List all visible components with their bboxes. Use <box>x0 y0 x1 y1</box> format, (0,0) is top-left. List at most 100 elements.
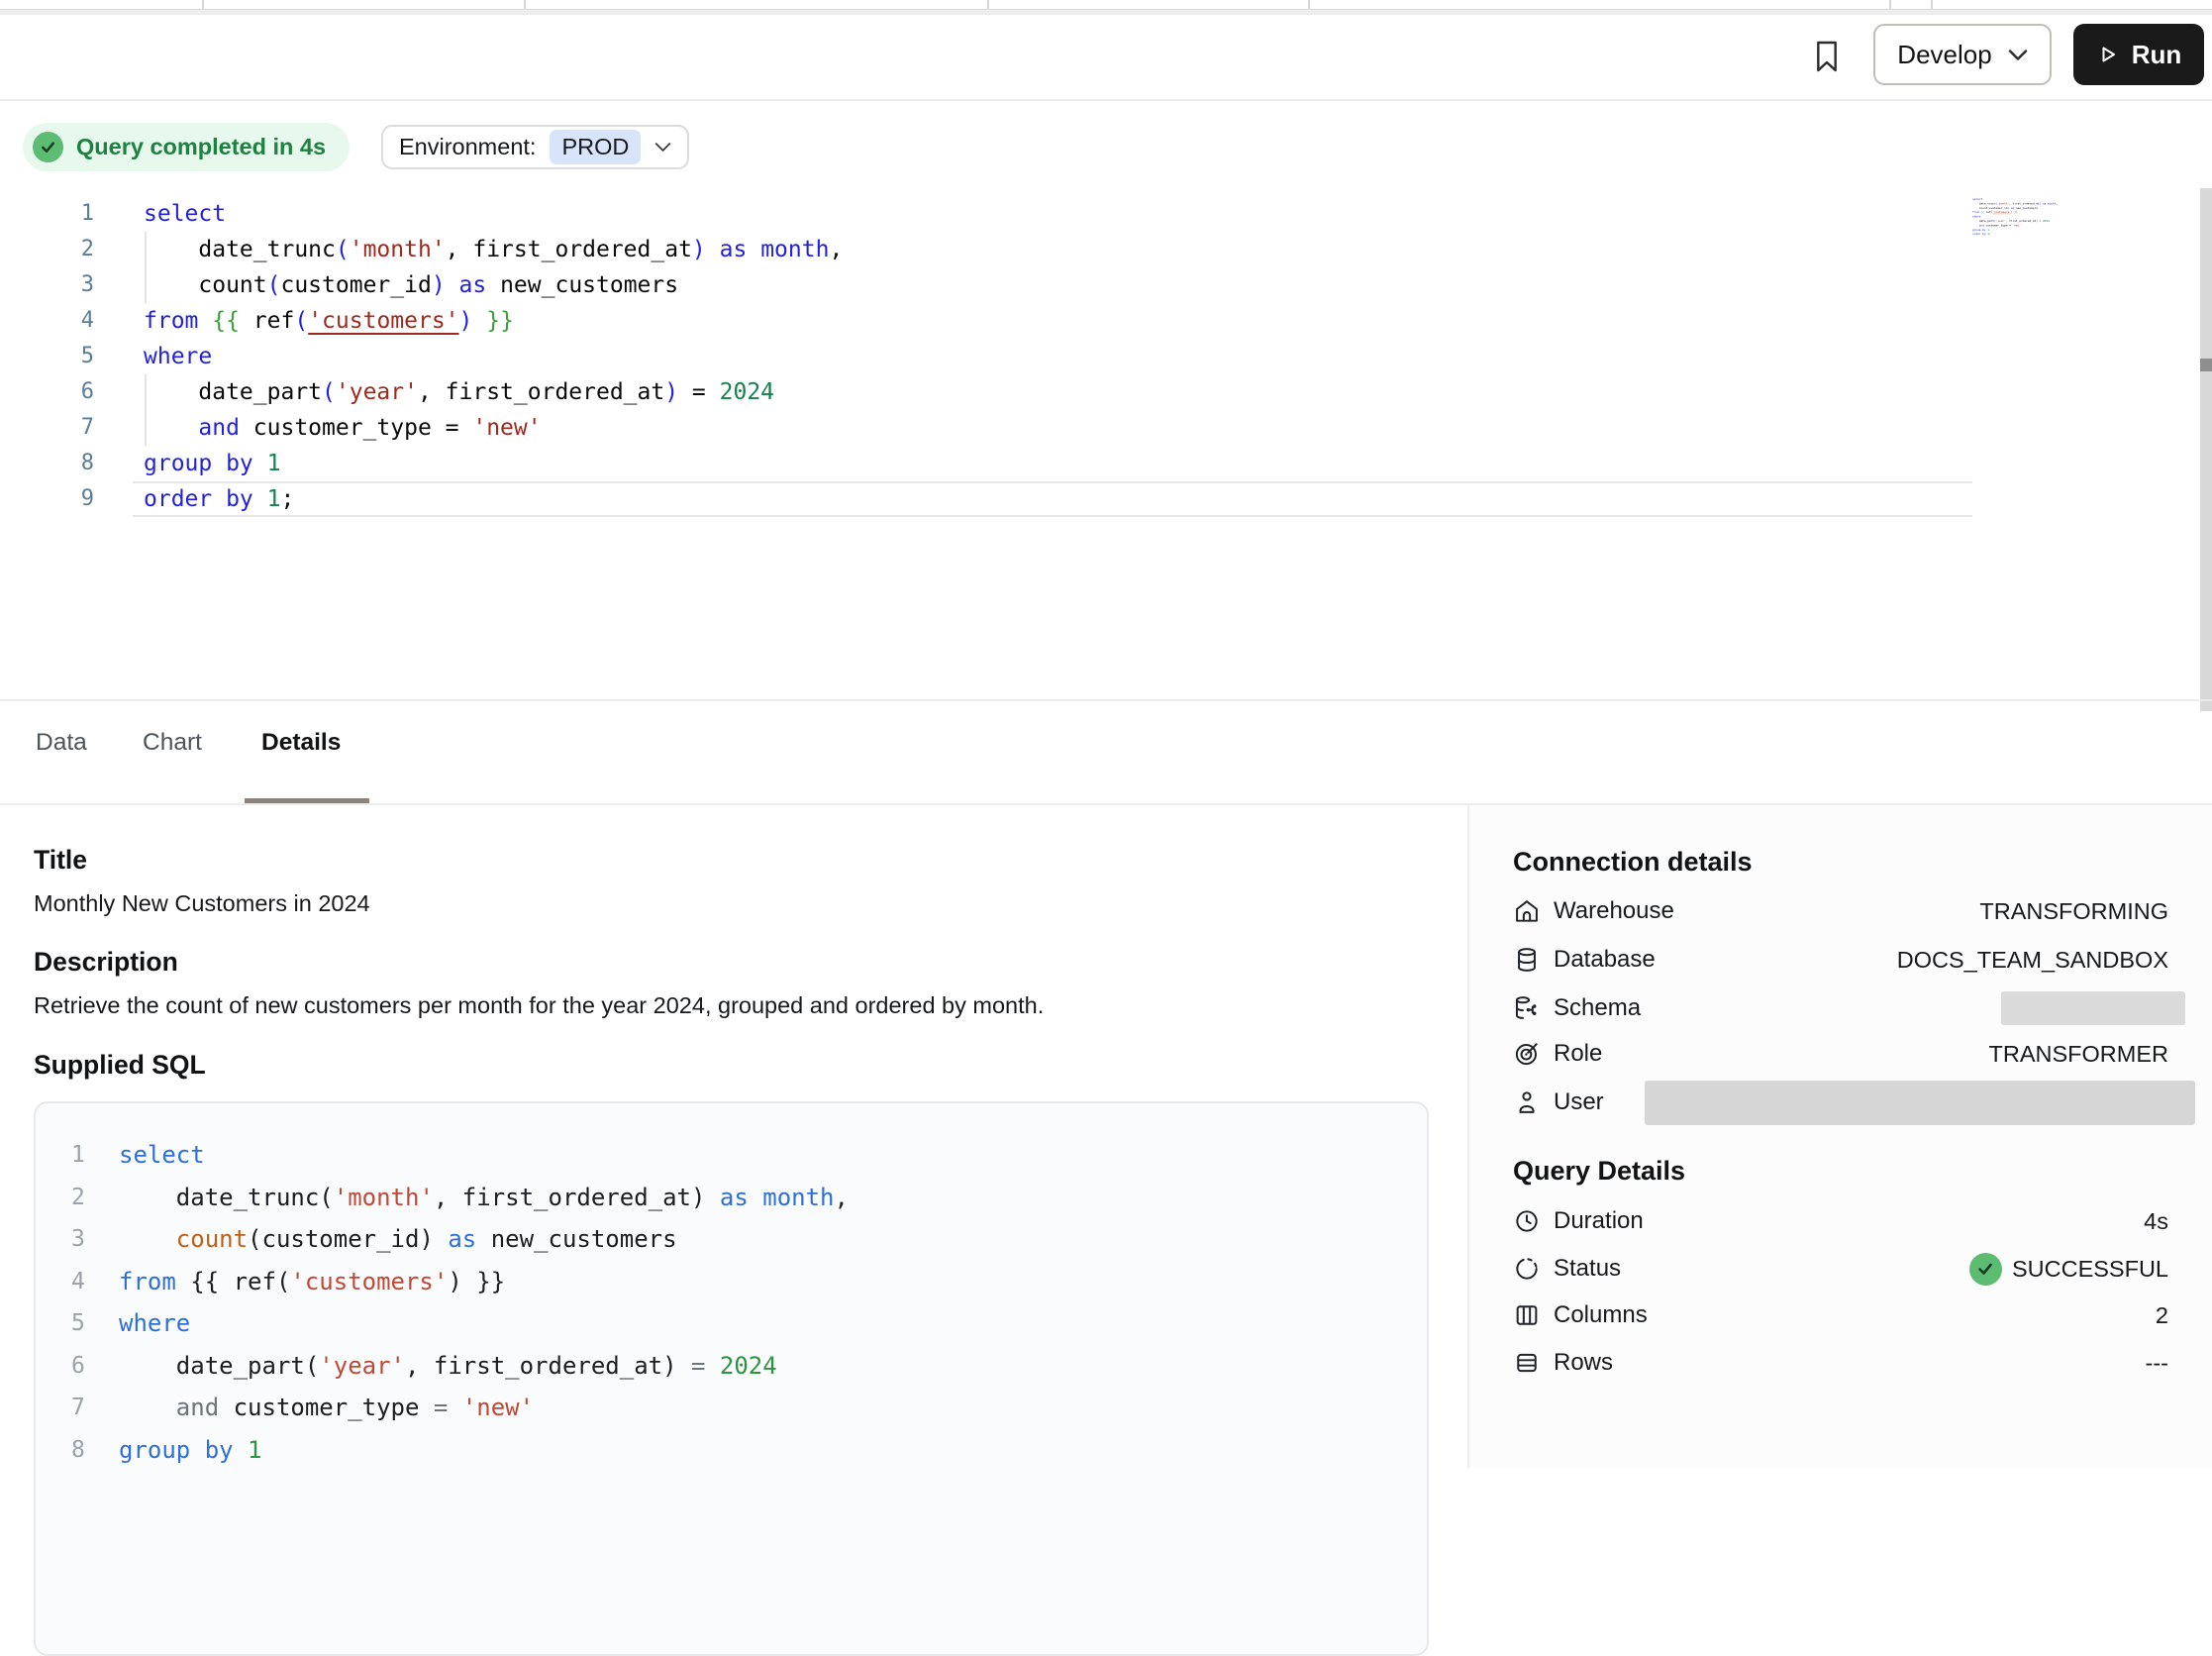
line-number: 5 <box>0 339 94 374</box>
environment-value-chip: PROD <box>550 130 641 164</box>
code-line: 3 count(customer_id) as new_customers <box>71 1218 1427 1261</box>
code-line: order by 1; <box>1972 232 2093 236</box>
schema-icon <box>1513 994 1541 1022</box>
browser-tab-strip <box>0 0 2212 10</box>
query-status-badge: Query completed in 4s <box>23 123 350 171</box>
query-row-columns: Columns 2 <box>1513 1292 2168 1339</box>
description-heading: Description <box>34 947 178 978</box>
line-number: 1 <box>71 1134 119 1177</box>
tab-divider <box>987 0 989 9</box>
columns-value: 2 <box>2156 1302 2168 1329</box>
sql-editor[interactable]: 1select2 date_trunc('month', first_order… <box>0 196 2212 517</box>
line-number: 7 <box>0 410 94 446</box>
tab-divider <box>1889 0 1891 9</box>
develop-label: Develop <box>1897 40 1991 70</box>
rows-value: --- <box>2146 1350 2168 1377</box>
duration-icon <box>1513 1207 1541 1235</box>
line-number: 6 <box>0 374 94 410</box>
code-line: 1select <box>0 196 2212 232</box>
code-line: 6 date_part('year', first_ordered_at) = … <box>0 374 2212 410</box>
redacted-user-value <box>1645 1081 2195 1125</box>
line-number: 9 <box>0 481 94 517</box>
status-icon <box>1513 1255 1541 1283</box>
tab-chart[interactable]: Chart <box>143 729 202 757</box>
database-icon <box>1513 946 1541 974</box>
run-label: Run <box>2132 40 2182 70</box>
duration-value: 4s <box>2144 1208 2168 1235</box>
environment-selector[interactable]: Environment: PROD <box>381 125 689 169</box>
line-number: 6 <box>71 1345 119 1388</box>
code-line: 3 count(customer_id) as new_customers <box>0 267 2212 303</box>
tabs-top-divider <box>0 699 2212 701</box>
details-side-panel: Connection details Warehouse TRANSFORMIN… <box>1467 805 2212 1468</box>
line-number: 2 <box>71 1177 119 1219</box>
tab-details[interactable]: Details <box>261 729 341 757</box>
code-line: 9order by 1; <box>0 481 2212 517</box>
warehouse-icon <box>1513 897 1541 925</box>
code-line: 8group by 1 <box>0 446 2212 481</box>
editor-scrollbar[interactable] <box>2200 188 2212 711</box>
code-line: 2 date_trunc('month', first_ordered_at) … <box>0 232 2212 267</box>
chevron-down-icon <box>654 142 671 153</box>
bookmark-icon[interactable] <box>1811 38 1843 75</box>
query-row-duration: Duration 4s <box>1513 1197 2168 1245</box>
supplied-sql-heading: Supplied SQL <box>34 1050 206 1081</box>
tab-divider <box>1308 0 1310 9</box>
connection-row-schema: Schema <box>1513 984 2168 1032</box>
tab-divider <box>202 0 204 9</box>
tab-data[interactable]: Data <box>36 729 87 757</box>
connection-row-user: User <box>1513 1079 2168 1126</box>
code-line: 4from {{ ref('customers') }} <box>0 303 2212 339</box>
role-value: TRANSFORMER <box>1989 1041 2168 1068</box>
title-heading: Title <box>34 845 87 876</box>
tab-strip-shadow <box>0 10 2212 15</box>
develop-dropdown-button[interactable]: Develop <box>1873 24 2052 85</box>
line-number: 8 <box>71 1429 119 1472</box>
code-line: 2 date_trunc('month', first_ordered_at) … <box>71 1177 1427 1219</box>
redacted-schema-value <box>2001 991 2185 1025</box>
query-row-rows: Rows --- <box>1513 1339 2168 1387</box>
status-value: SUCCESSFUL <box>2012 1256 2168 1283</box>
check-circle-icon <box>33 132 63 162</box>
user-icon <box>1513 1088 1541 1116</box>
line-number: 7 <box>71 1387 119 1429</box>
tab-divider <box>1931 0 1933 9</box>
connection-row-database: Database DOCS_TEAM_SANDBOX <box>1513 936 2168 983</box>
check-circle-icon <box>1969 1253 2002 1286</box>
header-divider <box>0 99 2212 101</box>
line-number: 3 <box>0 267 94 303</box>
code-line: 4from {{ ref('customers') }} <box>71 1261 1427 1303</box>
tab-divider <box>524 0 526 9</box>
query-status-text: Query completed in 4s <box>76 134 326 160</box>
line-number: 4 <box>0 303 94 339</box>
line-number: 3 <box>71 1218 119 1261</box>
connection-details-heading: Connection details <box>1513 847 1753 878</box>
line-number: 1 <box>0 196 94 232</box>
query-row-status: Status SUCCESSFUL <box>1513 1245 2168 1293</box>
line-number: 8 <box>0 446 94 481</box>
line-number: 4 <box>71 1261 119 1303</box>
rows-icon <box>1513 1349 1541 1377</box>
code-line: 5where <box>0 339 2212 374</box>
supplied-sql-code-block: 1select2 date_trunc('month', first_order… <box>34 1101 1429 1656</box>
scrollbar-thumb[interactable] <box>2200 359 2212 371</box>
warehouse-value: TRANSFORMING <box>1979 898 2168 925</box>
columns-icon <box>1513 1301 1541 1329</box>
code-line: 8group by 1 <box>71 1429 1427 1472</box>
code-line: 5where <box>71 1302 1427 1345</box>
environment-label: Environment: <box>399 134 536 160</box>
database-value: DOCS_TEAM_SANDBOX <box>1897 947 2168 974</box>
connection-row-role: Role TRANSFORMER <box>1513 1030 2168 1078</box>
editor-minimap[interactable]: select date_trunc('month', first_ordered… <box>1972 197 2101 266</box>
query-details-heading: Query Details <box>1513 1156 1685 1187</box>
code-line: 7 and customer_type = 'new' <box>71 1387 1427 1429</box>
run-button[interactable]: Run <box>2073 24 2204 85</box>
chevron-down-icon <box>2008 49 2028 61</box>
code-line: 7 and customer_type = 'new' <box>0 410 2212 446</box>
line-number: 5 <box>71 1302 119 1345</box>
title-value: Monthly New Customers in 2024 <box>34 890 370 917</box>
code-line: 6 date_part('year', first_ordered_at) = … <box>71 1345 1427 1388</box>
connection-row-warehouse: Warehouse TRANSFORMING <box>1513 887 2168 935</box>
role-icon <box>1513 1040 1541 1068</box>
play-icon <box>2096 43 2120 66</box>
